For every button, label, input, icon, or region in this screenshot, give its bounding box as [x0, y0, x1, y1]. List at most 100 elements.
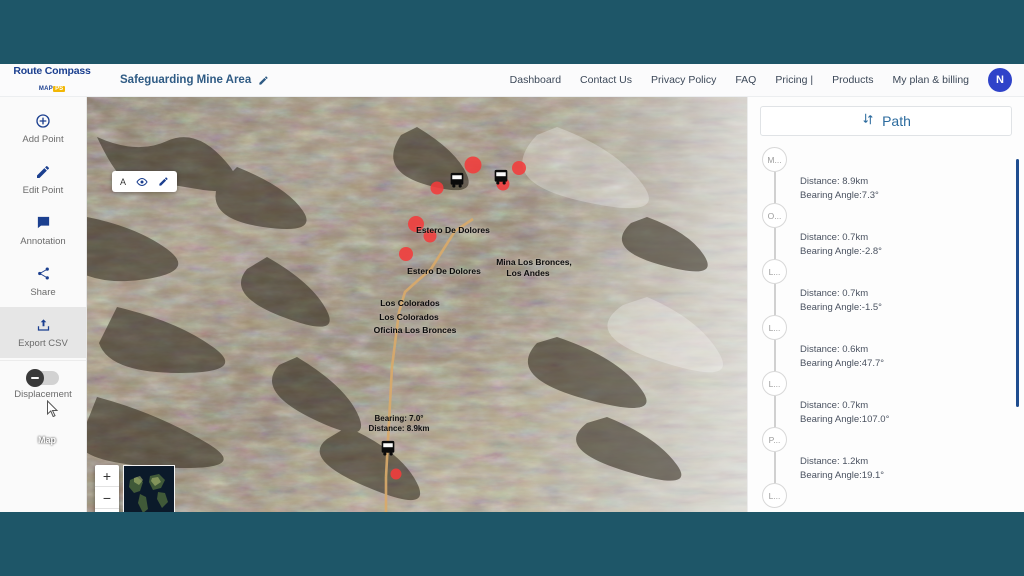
path-segment-info: Distance: 1.2km Bearing Angle:19.1°	[800, 455, 884, 483]
text-tool-icon[interactable]: A	[120, 177, 126, 187]
sidebar-item-edit-point-label: Edit Point	[22, 185, 64, 196]
displacement-switch[interactable]	[26, 369, 59, 387]
displacement-switch-knob	[26, 369, 44, 387]
compass-reset-button[interactable]: ▲	[95, 509, 119, 512]
path-step[interactable]: L... Distance: 0.7km Bearing Angle:107.0…	[762, 371, 1024, 427]
path-connector	[774, 340, 776, 371]
nav-item-products[interactable]: Products	[832, 74, 873, 86]
displacement-toggle[interactable]: Displacement	[0, 360, 86, 410]
logo-sub-map: MAP	[38, 85, 54, 92]
map-segment-callout: Bearing: 7.0° Distance: 8.9km	[369, 414, 430, 434]
app-window: Route Compass MAP PS Safeguarding Mine Ar…	[0, 64, 1024, 512]
path-segment-distance: Distance: 0.7km	[800, 400, 869, 411]
zoom-in-button[interactable]: +	[95, 465, 119, 487]
path-segment-bearing: Bearing Angle:-1.5°	[800, 301, 882, 313]
map-segment-distance: Distance: 8.9km	[368, 424, 430, 433]
pencil-icon	[35, 163, 51, 180]
bus-stop-icon[interactable]	[492, 168, 511, 187]
eye-icon[interactable]	[136, 176, 148, 188]
path-segment-distance: Distance: 0.7km	[800, 232, 869, 243]
path-connector	[774, 284, 776, 315]
zoom-out-button[interactable]: −	[95, 487, 119, 509]
avatar[interactable]: N	[988, 68, 1012, 92]
path-node[interactable]: O...	[762, 203, 787, 228]
nav-item-pricing[interactable]: Pricing |	[775, 74, 813, 86]
sidebar-item-share[interactable]: Share	[0, 256, 86, 307]
path-node[interactable]: L...	[762, 483, 787, 508]
page-title: Safeguarding Mine Area	[120, 74, 252, 86]
path-segment-info: Distance: 0.6km Bearing Angle:47.7°	[800, 343, 884, 371]
map-place-label: Mina Los Bronces,	[496, 257, 572, 267]
map-zoom-controls: + − ▲	[95, 465, 119, 512]
minimap-world-image	[124, 466, 174, 512]
path-segment-info: Distance: 8.9km Bearing Angle:7.3°	[800, 175, 879, 203]
path-node[interactable]: P...	[762, 427, 787, 452]
logo-text: Route Compass	[13, 65, 91, 78]
path-step[interactable]: L... Distance: 0.7km Bearing Angle:-1.5°	[762, 259, 1024, 315]
path-panel-header[interactable]: Path	[760, 106, 1012, 136]
sidebar-item-annotation[interactable]: Annotation	[0, 205, 86, 256]
nav-item-privacy-policy[interactable]: Privacy Policy	[651, 74, 716, 86]
map-marker[interactable]	[390, 468, 402, 480]
edit-title-pencil-icon[interactable]	[258, 75, 269, 86]
annotation-icon	[36, 214, 51, 231]
path-segment-bearing: Bearing Angle:47.7°	[800, 357, 885, 369]
map-marker[interactable]	[399, 247, 413, 261]
path-node[interactable]: L...	[762, 371, 787, 396]
pencil-icon[interactable]	[158, 176, 169, 187]
path-panel: Path M... Distance: 8.9km Bearing Angle:…	[747, 97, 1024, 512]
displacement-label: Displacement	[14, 389, 72, 400]
sidebar-item-edit-point[interactable]: Edit Point	[0, 154, 86, 205]
minimap-thumbnail[interactable]	[123, 465, 175, 512]
path-node[interactable]: M...	[762, 147, 787, 172]
map-marker[interactable]	[512, 161, 526, 175]
path-segment-info: Distance: 0.7km Bearing Angle:-1.5°	[800, 287, 882, 315]
minimap-label: Map	[38, 435, 56, 445]
bus-stop-icon[interactable]	[448, 171, 467, 190]
app-logo[interactable]: Route Compass MAP PS	[12, 66, 92, 94]
path-segment-info: Distance: 0.7km Bearing Angle:107.0°	[800, 399, 889, 427]
path-segment-distance: Distance: 8.9km	[800, 176, 869, 187]
path-node[interactable]: L...	[762, 259, 787, 284]
logo-subtext: MAP PS	[12, 78, 92, 94]
map-place-label: Los Colorados	[380, 298, 440, 308]
map-place-label: Los Colorados	[379, 312, 439, 322]
sidebar-item-export-csv-label: Export CSV	[18, 338, 68, 349]
top-bar: Route Compass MAP PS Safeguarding Mine Ar…	[0, 64, 1024, 97]
map-place-label: Los Andes	[506, 268, 550, 278]
path-segment-info: Distance: 0.7km Bearing Angle:-2.8°	[800, 231, 882, 259]
sidebar-item-add-point-label: Add Point	[22, 134, 64, 145]
path-step[interactable]: O... Distance: 0.7km Bearing Angle:-2.8°	[762, 203, 1024, 259]
sidebar-item-export-csv[interactable]: Export CSV	[0, 307, 86, 358]
map-place-label: Estero De Dolores	[416, 225, 490, 235]
path-segment-bearing: Bearing Angle:7.3°	[800, 189, 879, 201]
nav-item-my-plan-billing[interactable]: My plan & billing	[893, 74, 969, 86]
map-marker[interactable]	[430, 181, 444, 195]
path-connector	[774, 228, 776, 259]
add-point-icon	[35, 112, 51, 129]
path-segment-bearing: Bearing Angle:-2.8°	[800, 245, 882, 257]
sidebar-item-add-point[interactable]: Add Point	[0, 103, 86, 154]
path-panel-title: Path	[882, 113, 911, 129]
map-place-label: Oficina Los Bronces	[373, 325, 457, 335]
map-marker[interactable]	[464, 156, 482, 174]
logo-sub-ps: PS	[53, 85, 66, 92]
path-step[interactable]: L... Distance: 0.6km Bearing Angle:47.7°	[762, 315, 1024, 371]
nav-item-dashboard[interactable]: Dashboard	[510, 74, 561, 86]
nav-item-contact-us[interactable]: Contact Us	[580, 74, 632, 86]
path-segment-bearing: Bearing Angle:19.1°	[800, 469, 885, 481]
bus-stop-icon[interactable]	[379, 439, 398, 458]
path-segment-distance: Distance: 1.2km	[800, 456, 869, 467]
path-step[interactable]: P... Distance: 1.2km Bearing Angle:19.1°	[762, 427, 1024, 483]
path-step[interactable]: L...	[762, 483, 1024, 512]
sidebar-item-annotation-label: Annotation	[20, 236, 66, 247]
path-node[interactable]: L...	[762, 315, 787, 340]
map-float-toolbar: A	[112, 171, 178, 192]
path-segment-distance: Distance: 0.6km	[800, 344, 869, 355]
path-panel-scrollbar[interactable]	[1016, 159, 1019, 407]
nav-item-faq[interactable]: FAQ	[735, 74, 756, 86]
share-icon	[36, 265, 51, 282]
path-steps-list[interactable]: M... Distance: 8.9km Bearing Angle:7.3° …	[748, 147, 1024, 512]
path-step[interactable]: M... Distance: 8.9km Bearing Angle:7.3°	[762, 147, 1024, 203]
path-connector	[774, 172, 776, 203]
